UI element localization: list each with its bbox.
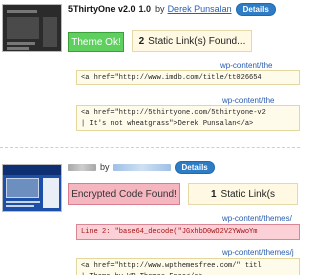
theme-screenshot [2,164,62,212]
author-link[interactable]: Derek Punsalan [168,4,232,14]
code-snippet: <a href="http://5thirtyone.com/5thirtyon… [76,105,300,131]
code-snippet: <a href="http://www.wpthemesfree.com/" t… [76,258,300,275]
theme-screenshot [2,4,62,52]
file-path: wp-content/themes/ [222,214,292,223]
code-snippet: <a href="http://www.imdb.com/title/tt026… [76,70,300,85]
by-label: by [155,4,165,14]
theme-name: 5ThirtyOne v2.0 [68,4,136,14]
static-links-badge[interactable]: 2 Static Link(s) Found... [132,30,252,52]
details-button[interactable]: Details [174,160,215,174]
status-text: Theme Ok! [71,36,121,48]
theme-version: 1.0 [138,4,152,14]
file-path: wp-content/themes/j [222,248,294,257]
file-path: wp-content/the [222,96,275,105]
static-link-count: 1 [210,188,217,200]
author-link-redacted[interactable] [112,163,171,171]
static-links-badge[interactable]: 1 Static Link(s [188,183,298,205]
entry-divider [0,147,300,148]
static-link-label: Static Link(s) Found... [148,35,246,47]
code-snippet: Line 2: "base64_decode("JGxhbD0wO2V2YWwo… [76,224,300,240]
by-label: by [100,162,110,172]
details-button[interactable]: Details [235,2,276,16]
encrypted-code-badge: Encrypted Code Found! [68,183,180,205]
status-text: Encrypted Code Found! [71,188,177,200]
theme-name-redacted [68,163,96,171]
static-link-label: Static Link(s [220,188,276,200]
theme-title-row: by Details [68,160,215,174]
file-path: wp-content/the [220,61,273,70]
static-link-count: 2 [138,35,145,47]
theme-ok-badge: Theme Ok! [68,32,124,52]
theme-title-row: 5ThirtyOne v2.0 1.0 by Derek Punsalan De… [68,2,276,16]
